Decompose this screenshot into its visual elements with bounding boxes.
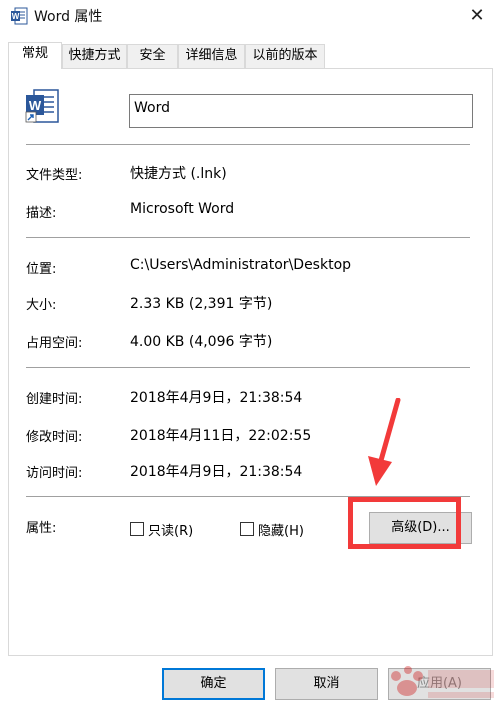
annotation-arrow-icon (368, 398, 401, 486)
tab-shortcut[interactable]: 快捷方式 (62, 44, 127, 68)
general-tab-panel (8, 68, 493, 656)
modified-label: 修改时间: (26, 430, 83, 445)
file-name-input[interactable]: Word (129, 94, 473, 128)
annotation-highlight-box (348, 497, 461, 549)
cancel-button[interactable]: 取消 (275, 668, 378, 700)
created-label: 创建时间: (26, 392, 83, 407)
hidden-label[interactable]: 隐藏(H) (258, 520, 304, 539)
close-icon: ✕ (469, 5, 485, 26)
size-on-disk-label: 占用空间: (26, 336, 83, 351)
created-value: 2018年4月9日，21:38:54 (130, 390, 303, 406)
size-value: 2.33 KB (2,391 字节) (130, 296, 273, 312)
tab-previous-versions[interactable]: 以前的版本 (245, 44, 325, 68)
word-app-icon: W (11, 7, 28, 25)
accessed-label: 访问时间: (26, 466, 83, 481)
attributes-label: 属性: (26, 521, 57, 536)
title-bar: W Word 属性 ✕ (0, 0, 500, 33)
separator (26, 237, 470, 238)
hidden-checkbox[interactable] (240, 522, 254, 536)
separator (26, 144, 470, 145)
svg-text:W: W (12, 12, 20, 21)
tab-security[interactable]: 安全 (127, 44, 178, 68)
close-button[interactable]: ✕ (454, 0, 500, 33)
description-value: Microsoft Word (130, 201, 235, 217)
readonly-checkbox[interactable] (130, 522, 144, 536)
size-label: 大小: (26, 298, 57, 313)
ok-button[interactable]: 确定 (162, 668, 265, 700)
file-type-label: 文件类型: (26, 168, 83, 183)
file-type-value: 快捷方式 (.lnk) (130, 166, 227, 182)
accessed-value: 2018年4月9日，21:38:54 (130, 464, 303, 480)
word-shortcut-icon: W (25, 89, 59, 123)
tab-details[interactable]: 详细信息 (178, 44, 245, 68)
location-value: C:\Users\Administrator\Desktop (130, 257, 352, 273)
size-on-disk-value: 4.00 KB (4,096 字节) (130, 334, 273, 350)
location-label: 位置: (26, 262, 57, 277)
separator (26, 367, 470, 368)
modified-value: 2018年4月11日，22:02:55 (130, 428, 312, 444)
svg-text:W: W (29, 98, 42, 113)
readonly-label[interactable]: 只读(R) (148, 520, 193, 539)
window-title: Word 属性 (34, 9, 103, 25)
description-label: 描述: (26, 206, 57, 221)
tab-general[interactable]: 常规 (8, 42, 62, 69)
baidu-watermark-icon (391, 666, 494, 698)
